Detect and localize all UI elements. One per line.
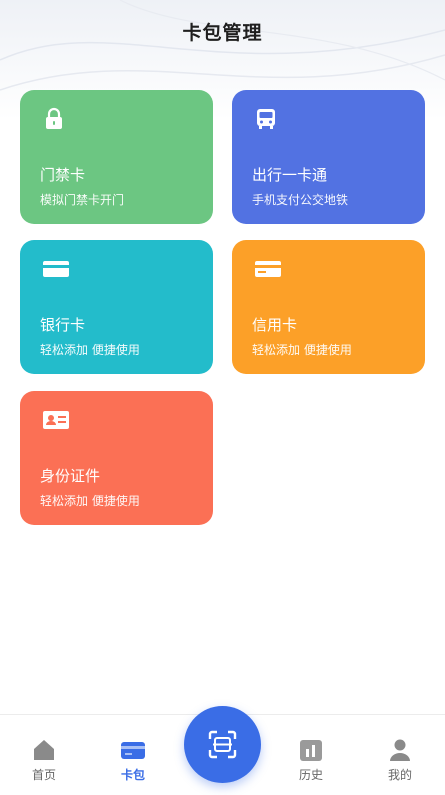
credit-card-icon (254, 257, 281, 281)
tab-mine[interactable]: 我的 (370, 737, 430, 783)
id-card-icon (42, 408, 69, 432)
bus-icon (254, 107, 278, 131)
home-icon (31, 737, 57, 763)
card-credit[interactable]: 信用卡 轻松添加 便捷使用 (232, 240, 425, 374)
tab-label: 卡包 (120, 768, 145, 782)
card-name: 信用卡 (252, 316, 298, 334)
wallet-card-icon (120, 737, 146, 763)
card-desc: 轻松添加 便捷使用 (252, 343, 352, 357)
card-id-document[interactable]: 身份证件 轻松添加 便捷使用 (20, 391, 213, 525)
bank-card-icon (42, 257, 69, 281)
card-door-access[interactable]: 门禁卡 模拟门禁卡开门 (20, 90, 213, 224)
card-bank[interactable]: 银行卡 轻松添加 便捷使用 (20, 240, 213, 374)
tab-home[interactable]: 首页 (14, 737, 74, 783)
card-name: 身份证件 (40, 467, 101, 485)
lock-icon (42, 107, 66, 131)
card-desc: 手机支付公交地铁 (252, 193, 349, 207)
tab-label: 我的 (387, 768, 412, 782)
tab-label: 首页 (31, 768, 56, 782)
scan-icon (208, 730, 237, 759)
card-desc: 轻松添加 便捷使用 (40, 343, 140, 357)
card-name: 银行卡 (40, 316, 86, 334)
history-chart-icon (298, 737, 324, 763)
page-title: 卡包管理 (182, 22, 263, 44)
card-desc: 模拟门禁卡开门 (40, 193, 125, 207)
scan-button[interactable] (184, 706, 261, 783)
user-icon (387, 737, 413, 763)
card-transit[interactable]: 出行一卡通 手机支付公交地铁 (232, 90, 425, 224)
tab-history[interactable]: 历史 (281, 737, 341, 783)
tab-card-wallet[interactable]: 卡包 (103, 737, 163, 783)
card-name: 门禁卡 (40, 166, 86, 184)
card-name: 出行一卡通 (252, 166, 328, 184)
card-desc: 轻松添加 便捷使用 (40, 494, 140, 508)
tab-label: 历史 (298, 768, 323, 782)
